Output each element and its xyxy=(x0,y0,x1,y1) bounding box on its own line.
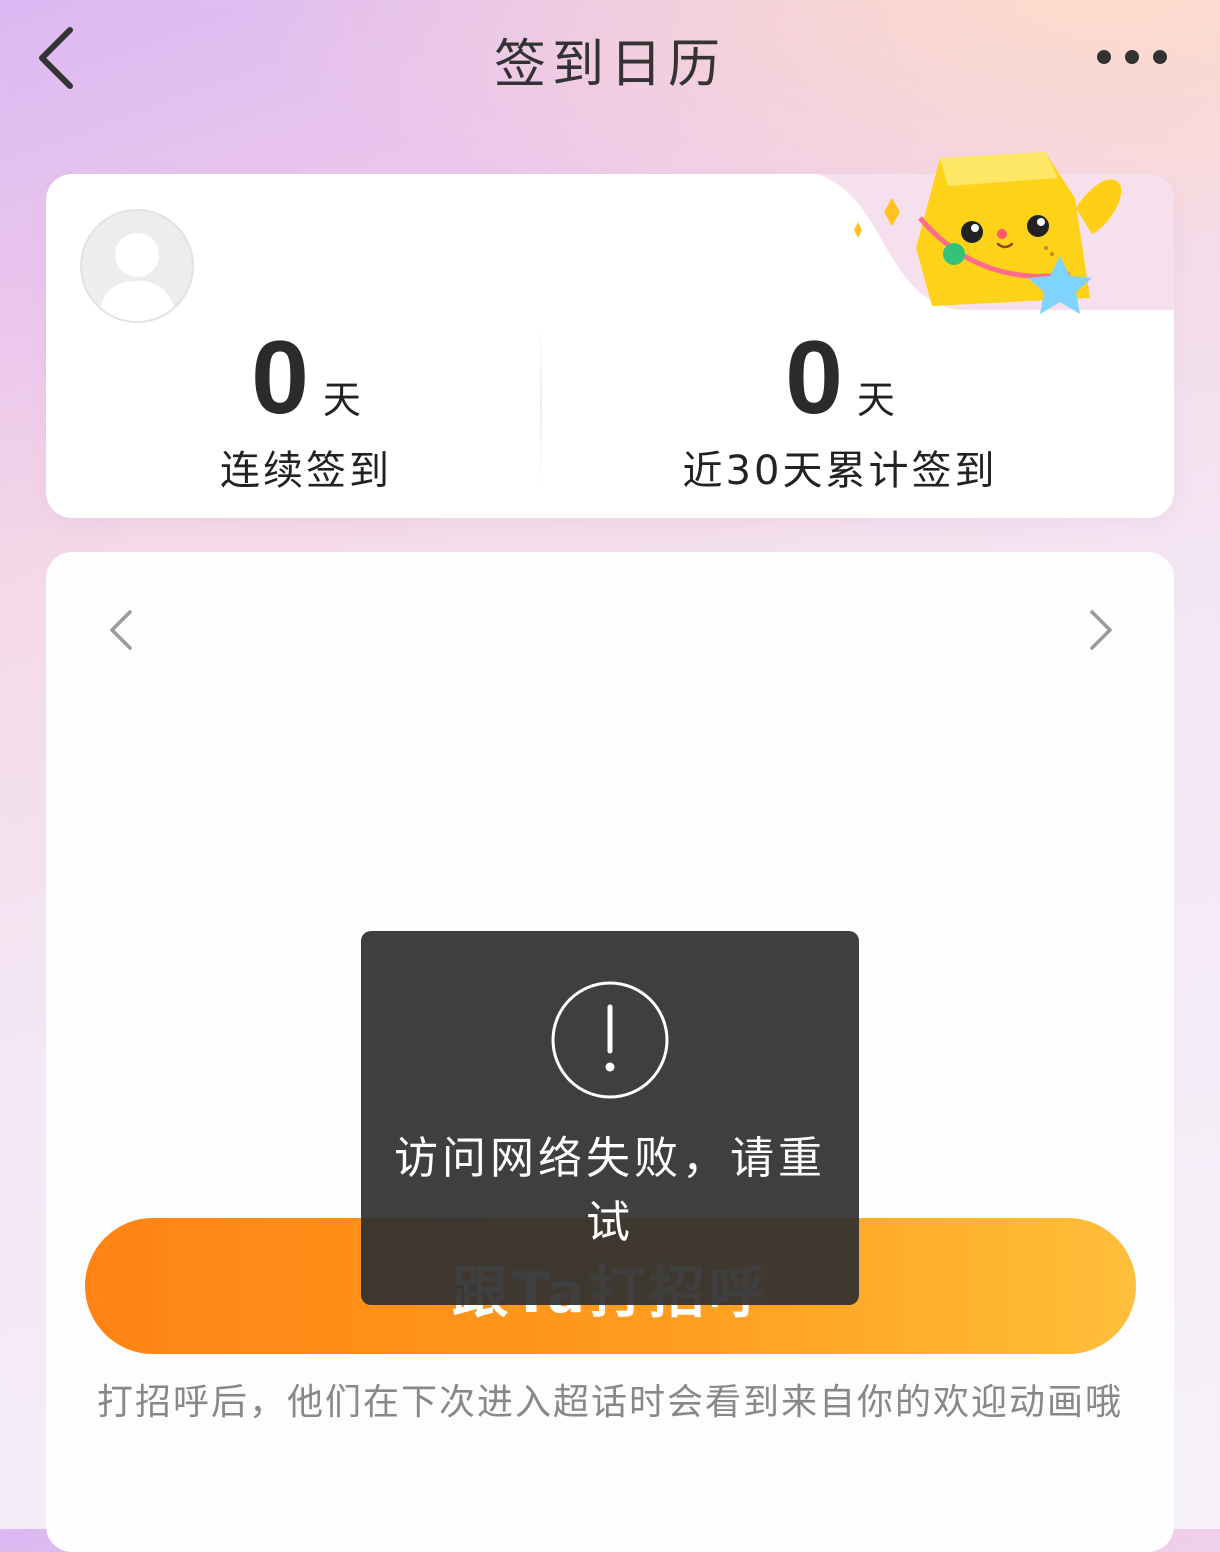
avatar[interactable] xyxy=(80,209,194,323)
more-dots-icon xyxy=(1097,50,1167,64)
more-button[interactable] xyxy=(1092,40,1172,74)
total-30-stat: 0 天 近30天累计签到 xyxy=(630,318,1050,496)
streak-label: 连续签到 xyxy=(220,448,392,494)
chevron-right-icon xyxy=(1090,610,1112,650)
nav-bar: 签到日历 xyxy=(0,0,1220,120)
toast-message: 访问网络失败，请重试 xyxy=(394,1133,826,1248)
total-30-days-value: 0 xyxy=(785,320,843,436)
chevron-left-icon xyxy=(110,610,132,650)
stats-divider xyxy=(540,320,542,490)
greet-hint: 打招呼后，他们在下次进入超话时会看到来自你的欢迎动画哦 xyxy=(96,1382,1123,1423)
streak-days-value: 0 xyxy=(251,320,309,436)
total-30-label: 近30天累计签到 xyxy=(682,448,998,494)
exclamation-circle-icon xyxy=(551,981,669,1099)
page-title: 签到日历 xyxy=(493,35,726,95)
prev-month-button[interactable] xyxy=(104,606,138,654)
total-30-days-unit: 天 xyxy=(856,378,895,422)
streak-stat: 0 天 连续签到 xyxy=(96,318,516,496)
next-month-button[interactable] xyxy=(1084,606,1118,654)
default-avatar-icon xyxy=(98,233,176,321)
error-toast: 访问网络失败，请重试 xyxy=(361,931,859,1305)
streak-days-unit: 天 xyxy=(322,378,361,422)
